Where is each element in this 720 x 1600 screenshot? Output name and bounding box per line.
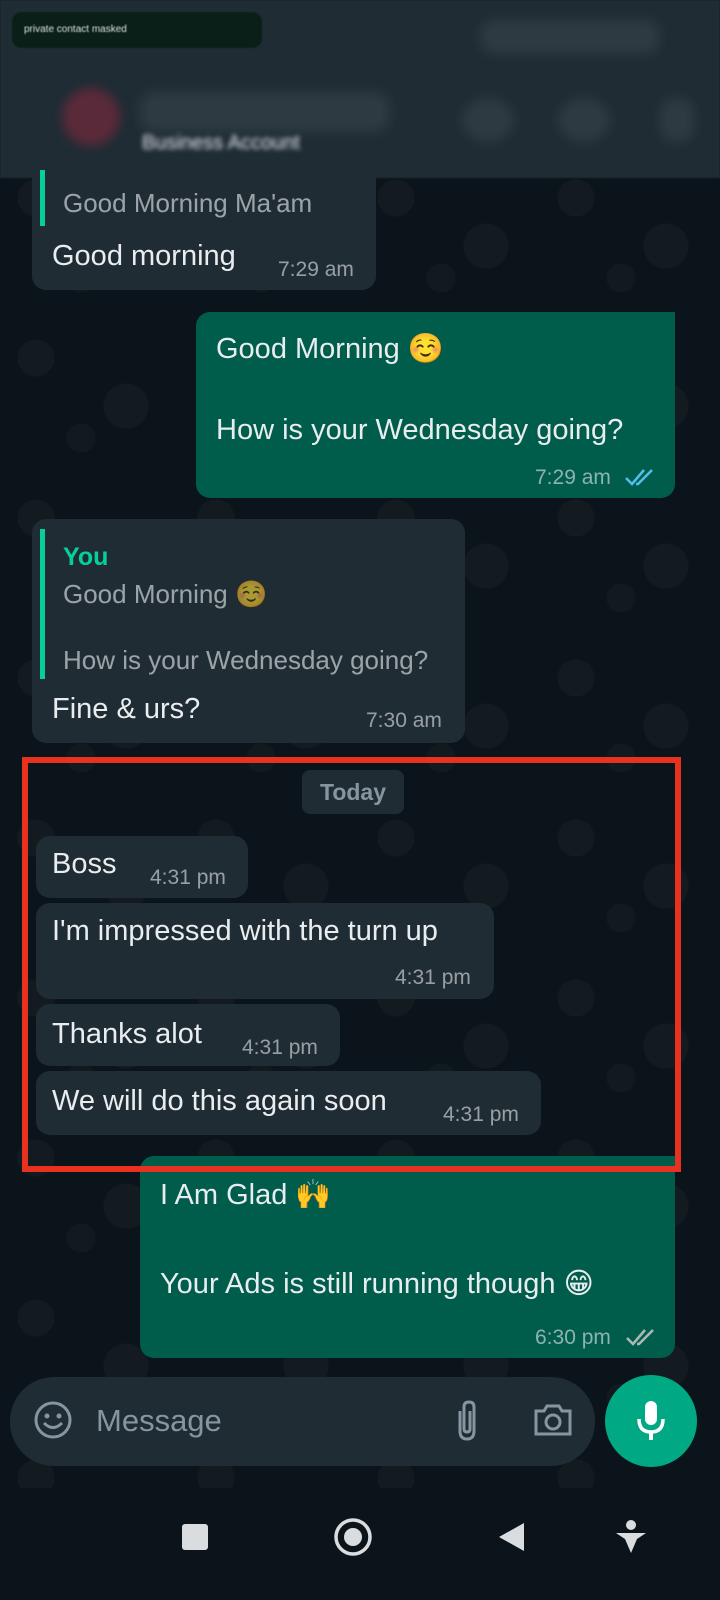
chat-header[interactable]: private contact masked Business Account xyxy=(0,0,720,178)
message-composer[interactable]: Message xyxy=(10,1377,595,1466)
square-icon[interactable] xyxy=(180,1522,210,1552)
triangle-back-icon[interactable] xyxy=(496,1521,526,1553)
emoji-icon[interactable] xyxy=(32,1399,74,1441)
message-incoming[interactable]: You Good Morning ☺️ How is your Wednesda… xyxy=(32,519,465,743)
message-time: 7:29 am xyxy=(278,258,354,281)
message-time: 7:29 am xyxy=(535,466,611,489)
system-navigation-bar xyxy=(0,1488,720,1600)
microphone-icon xyxy=(637,1401,665,1440)
masked-contact-banner: private contact masked xyxy=(12,12,262,48)
quoted-sender: You xyxy=(63,543,109,571)
video-call-icon[interactable] xyxy=(462,98,514,142)
quoted-message[interactable]: Good Morning Ma'am xyxy=(40,170,370,226)
quoted-text: Good Morning ☺️ xyxy=(63,579,268,609)
double-check-icon xyxy=(625,469,653,486)
account-type-label: Business Account xyxy=(142,132,300,154)
blurred-contact-name[interactable] xyxy=(140,92,390,132)
blurred-status xyxy=(480,20,660,54)
quoted-message[interactable]: You Good Morning ☺️ How is your Wednesda… xyxy=(40,529,456,679)
avatar[interactable] xyxy=(62,88,120,146)
message-incoming[interactable]: Good Morning Ma'am Good morning 7:29 am xyxy=(32,170,376,290)
circle-icon[interactable] xyxy=(333,1517,373,1557)
message-time: 6:30 pm xyxy=(535,1326,611,1349)
message-line: Your Ads is still running though 😁 xyxy=(160,1268,594,1300)
message-line: Good Morning ☺️ xyxy=(216,333,444,365)
message-text: Fine & urs? xyxy=(52,693,201,725)
quoted-text: Good Morning Ma'am xyxy=(63,188,313,218)
quoted-text: How is your Wednesday going? xyxy=(63,645,429,675)
message-outgoing[interactable]: Good Morning ☺️ How is your Wednesday go… xyxy=(196,312,675,498)
message-input[interactable]: Message xyxy=(96,1403,222,1439)
menu-icon[interactable] xyxy=(660,98,694,142)
paperclip-icon[interactable] xyxy=(450,1399,484,1443)
message-time: 7:30 am xyxy=(366,709,442,732)
microphone-button[interactable] xyxy=(605,1375,697,1467)
message-outgoing[interactable]: I Am Glad 🙌 Your Ads is still running th… xyxy=(140,1156,675,1358)
voice-call-icon[interactable] xyxy=(558,98,610,142)
message-line: How is your Wednesday going? xyxy=(216,414,624,446)
message-text: Good morning xyxy=(52,240,236,272)
double-check-icon xyxy=(626,1329,654,1346)
highlight-box xyxy=(22,757,681,1172)
camera-icon[interactable] xyxy=(532,1401,574,1439)
message-line: I Am Glad 🙌 xyxy=(160,1179,332,1211)
accessibility-icon[interactable] xyxy=(614,1519,648,1555)
